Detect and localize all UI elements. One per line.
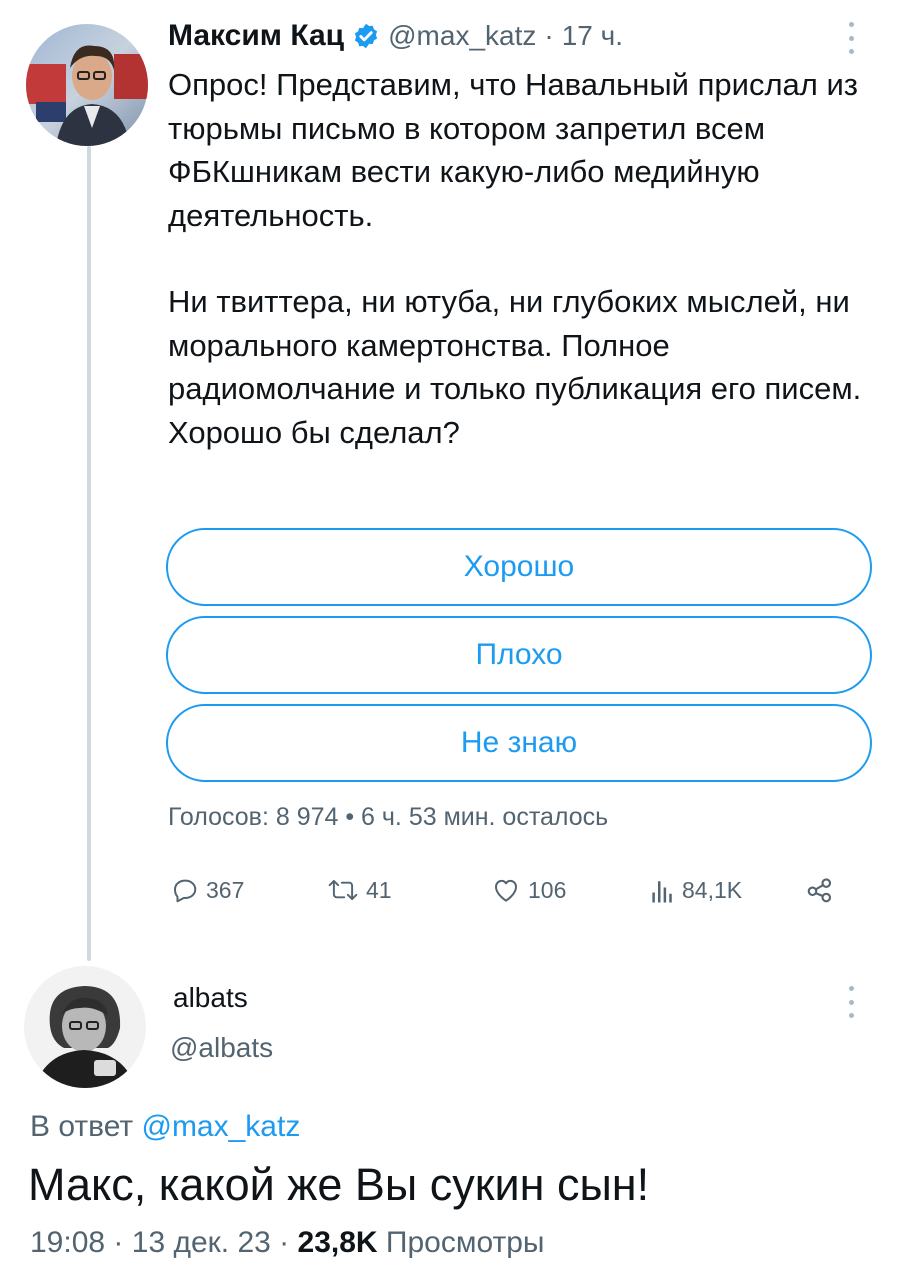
reply-button[interactable]: 367 <box>170 875 244 905</box>
like-icon <box>495 879 517 902</box>
replying-to: В ответ @max_katz <box>30 1110 300 1144</box>
poll-summary: Голосов: 8 974 • 6 ч. 53 мин. осталось <box>168 803 609 831</box>
tweet-text: Опрос! Представим, что Навальный прислал… <box>168 63 868 454</box>
tweet-header: Максим Кац @max_katz · 17 ч. <box>168 14 623 58</box>
poll-option-dont-know[interactable]: Не знаю <box>166 704 872 782</box>
reply-footer: 19:08 · 13 дек. 23 · 23,8K Просмотры <box>30 1226 545 1260</box>
reply-date[interactable]: 13 дек. 23 <box>132 1226 271 1259</box>
reply-author-handle[interactable]: @albats <box>170 1032 273 1064</box>
reply-author-avatar[interactable] <box>24 966 146 1088</box>
reply-time[interactable]: 19:08 <box>30 1226 105 1259</box>
poll-option-bad[interactable]: Плохо <box>166 616 872 694</box>
views-icon <box>652 881 672 903</box>
author-handle[interactable]: @max_katz <box>388 20 536 52</box>
author-avatar[interactable] <box>26 24 148 146</box>
tweet-text-paragraph: Ни твиттера, ни ютуба, ни глубоких мысле… <box>168 284 862 450</box>
tweet-time[interactable]: 17 ч. <box>562 20 623 52</box>
reply-author-name[interactable]: albats <box>173 982 248 1014</box>
like-count: 106 <box>528 876 567 903</box>
footer-separator: · <box>113 1226 124 1259</box>
reply-count: 367 <box>206 876 245 903</box>
replying-to-mention[interactable]: @max_katz <box>141 1110 300 1143</box>
verified-badge-icon <box>352 22 380 50</box>
retweet-count: 41 <box>366 876 392 903</box>
reply-views-count[interactable]: 23,8K <box>298 1226 378 1259</box>
retweet-icon <box>328 879 358 901</box>
replying-to-prefix: В ответ <box>30 1110 134 1143</box>
views-button[interactable]: 84,1K <box>650 875 742 905</box>
poll-option-good[interactable]: Хорошо <box>166 528 872 606</box>
reply-icon <box>174 879 197 903</box>
views-count: 84,1K <box>682 876 743 903</box>
reply-more-icon[interactable] <box>846 986 856 1018</box>
author-name[interactable]: Максим Кац <box>168 19 344 53</box>
tweet-text-paragraph: Опрос! Представим, что Навальный прислал… <box>168 67 859 233</box>
share-icon <box>807 878 832 903</box>
thread-connector-line <box>87 146 91 961</box>
reply-views-label: Просмотры <box>385 1226 545 1259</box>
like-button[interactable]: 106 <box>490 875 566 905</box>
retweet-button[interactable]: 41 <box>326 875 392 905</box>
reply-text: Макс, какой же Вы сукин сын! <box>28 1159 650 1210</box>
meta-separator: · <box>544 20 554 51</box>
footer-separator: · <box>279 1226 290 1259</box>
more-icon[interactable] <box>846 22 856 54</box>
share-button[interactable] <box>804 875 836 905</box>
